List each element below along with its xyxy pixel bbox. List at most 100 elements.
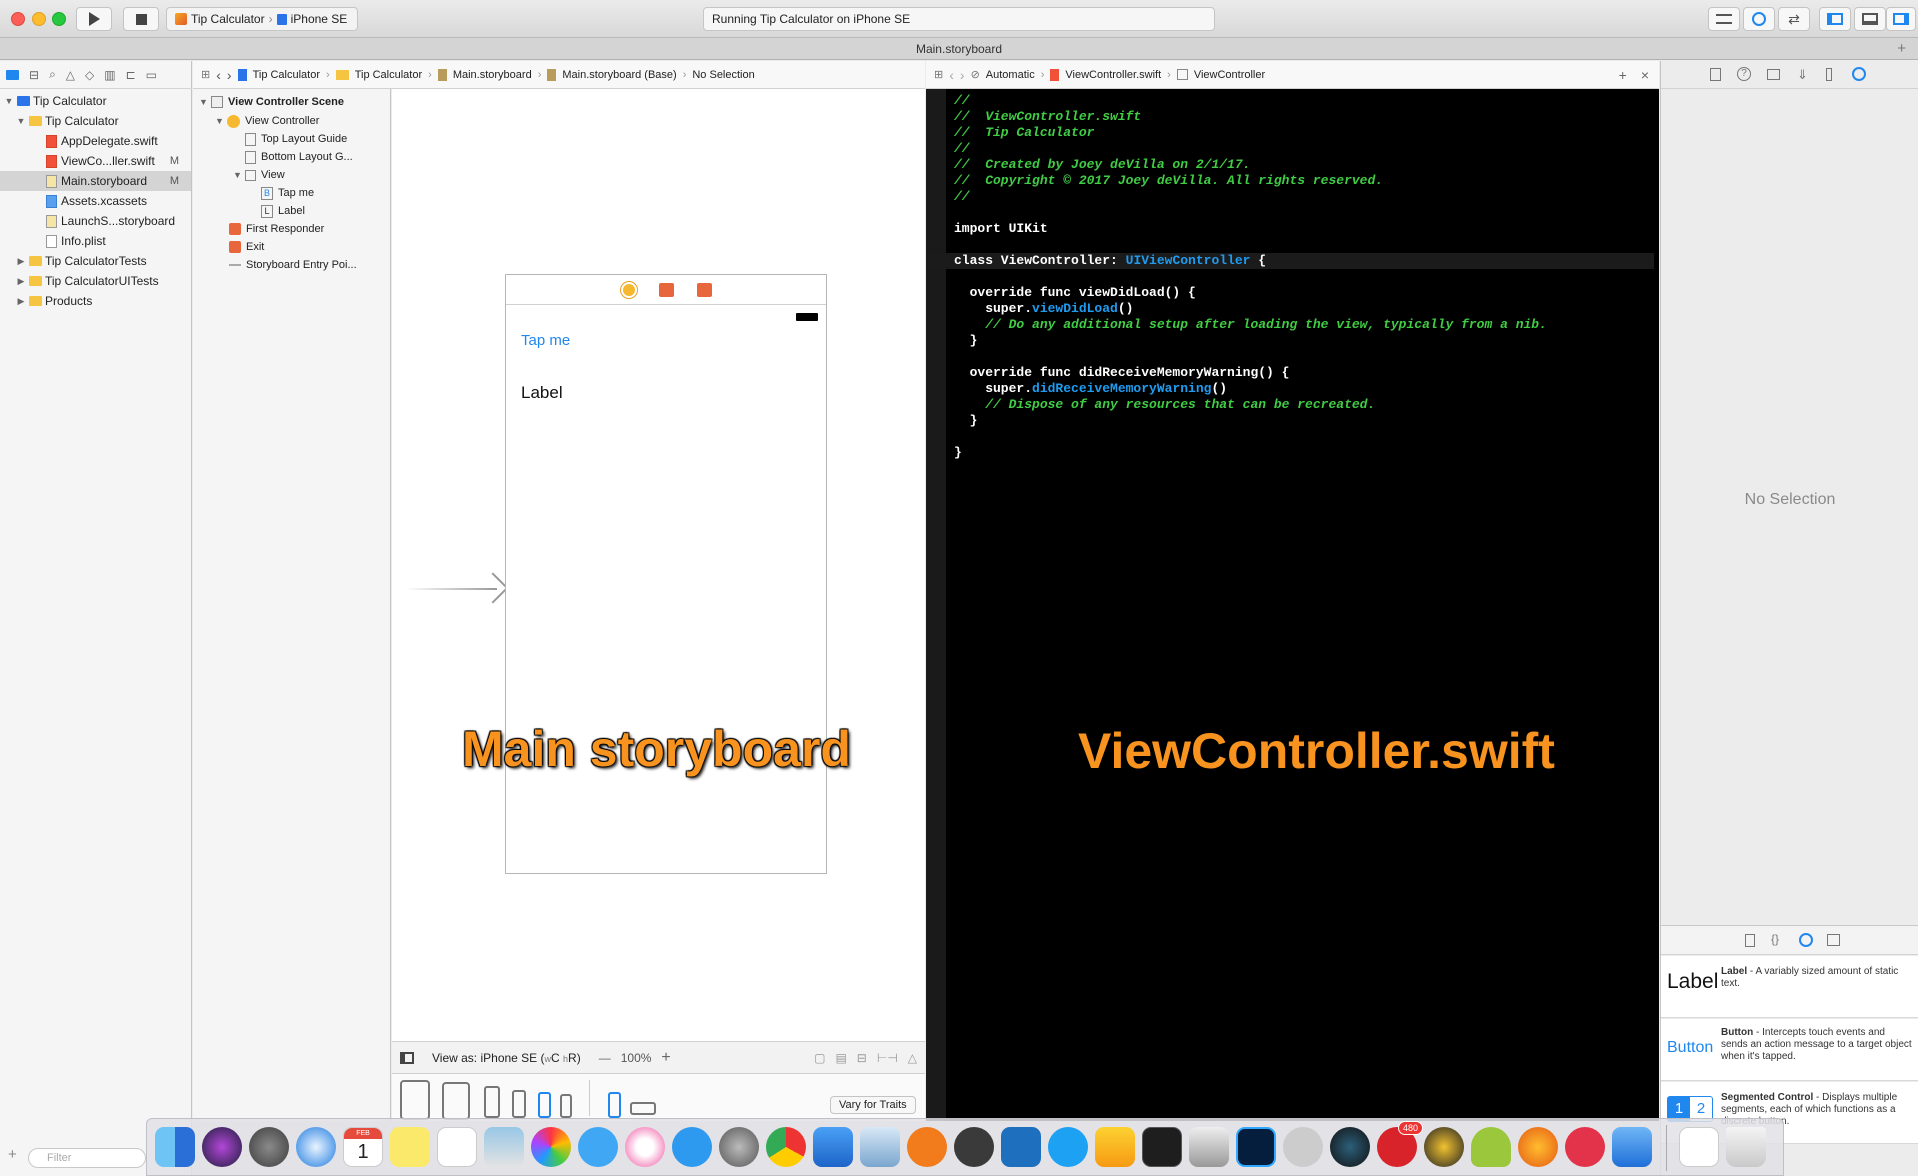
forward-icon[interactable]: › (227, 67, 232, 83)
android-studio-icon[interactable] (954, 1127, 994, 1167)
code-line[interactable]: // (954, 93, 1654, 109)
orientation-portrait-icon[interactable] (608, 1092, 621, 1118)
tree-item-file[interactable]: Info.plist (0, 231, 191, 251)
code-line[interactable] (954, 269, 1654, 285)
jump-item[interactable]: Main.storyboard (453, 69, 532, 81)
code-line[interactable]: import UIKit (954, 221, 1654, 237)
activity-monitor-icon[interactable] (1283, 1127, 1323, 1167)
outline-item[interactable]: ▼ View (233, 166, 285, 184)
object-library-icon[interactable] (1799, 933, 1813, 947)
code-snippet-icon[interactable]: {} (1771, 932, 1779, 946)
add-file-icon[interactable]: + (8, 1146, 17, 1163)
ibooks-icon[interactable] (907, 1127, 947, 1167)
tab-main-storyboard[interactable]: Main.storyboard (916, 42, 1002, 56)
jump-item[interactable]: Automatic (986, 69, 1035, 81)
test-icon[interactable]: ◇ (85, 68, 94, 82)
label-view[interactable]: Label (521, 383, 563, 403)
view-controller-icon[interactable] (621, 282, 637, 298)
code-line[interactable]: override func viewDidLoad() { (954, 285, 1654, 301)
assistant-editor-button[interactable] (1743, 7, 1775, 31)
toggle-utilities-button[interactable] (1886, 7, 1916, 31)
resolve-issues-icon[interactable]: △ (908, 1051, 917, 1065)
istat-icon[interactable] (1330, 1127, 1370, 1167)
trash-icon[interactable] (1726, 1127, 1766, 1167)
firefox-icon[interactable] (1518, 1127, 1558, 1167)
xcode-icon[interactable] (813, 1127, 853, 1167)
code-line[interactable]: // Do any additional setup after loading… (954, 317, 1654, 333)
forward-icon[interactable]: › (960, 67, 965, 83)
tree-item-group[interactable]: ▶ Products (0, 291, 191, 311)
code-line[interactable]: class ViewController: UIViewController { (926, 253, 1654, 269)
zoom-in-icon[interactable]: + (661, 1049, 670, 1067)
disclosure-closed-icon[interactable]: ▶ (16, 296, 26, 307)
tree-item-group[interactable]: ▼ Tip Calculator (0, 111, 191, 131)
code-line[interactable] (954, 237, 1654, 253)
documents-stack-icon[interactable] (1679, 1127, 1719, 1167)
chrome-icon[interactable] (766, 1127, 806, 1167)
file-inspector-icon[interactable] (1710, 68, 1721, 81)
update-frames-icon[interactable]: ▢ (814, 1051, 825, 1065)
safari-icon[interactable] (296, 1127, 336, 1167)
terminal-icon[interactable] (1142, 1127, 1182, 1167)
code-line[interactable]: } (954, 413, 1654, 429)
disclosure-open-icon[interactable]: ▼ (199, 97, 211, 107)
device-iphone-plus-icon[interactable] (484, 1086, 500, 1118)
audacity-icon[interactable] (1424, 1127, 1464, 1167)
launchpad-icon[interactable] (249, 1127, 289, 1167)
tap-me-button[interactable]: Tap me (521, 332, 570, 349)
image-capture-icon[interactable] (860, 1127, 900, 1167)
outline-item[interactable]: Exit (229, 238, 264, 256)
outline-item[interactable]: L Label (261, 202, 305, 220)
calendar-icon[interactable]: FEB 1 (343, 1127, 383, 1167)
version-editor-button[interactable]: ⇄ (1778, 7, 1810, 31)
sketch-icon[interactable] (1095, 1127, 1135, 1167)
code-line[interactable]: // Copyright © 2017 Joey deVilla. All ri… (954, 173, 1654, 189)
reminders-icon[interactable] (437, 1127, 477, 1167)
breakpoint-icon[interactable]: ⊏ (126, 68, 136, 82)
vary-for-traits-button[interactable]: Vary for Traits (830, 1096, 916, 1114)
zoom-out-icon[interactable]: — (599, 1051, 611, 1065)
close-window-button[interactable] (11, 12, 25, 26)
code-line[interactable]: override func didReceiveMemoryWarning() … (954, 365, 1654, 381)
media-library-icon[interactable] (1827, 934, 1840, 946)
attributes-inspector-icon[interactable]: ⇓ (1797, 67, 1808, 83)
size-inspector-icon[interactable] (1826, 68, 1832, 81)
device-iphone-4s-icon[interactable] (560, 1094, 572, 1118)
view-as-label[interactable]: View as: iPhone SE (wC hR) (432, 1051, 581, 1065)
library-item-label[interactable]: Label Label - A variably sized amount of… (1661, 956, 1918, 1018)
file-template-icon[interactable] (1745, 934, 1755, 947)
tree-item-file[interactable]: AppDelegate.swift (0, 131, 191, 151)
align-icon[interactable]: ⊟ (857, 1051, 867, 1065)
device-ipad-pro-icon[interactable] (400, 1080, 430, 1120)
disclosure-open-icon[interactable]: ▼ (215, 116, 227, 126)
search-icon[interactable]: ⌕ (49, 67, 56, 82)
code-line[interactable]: // Tip Calculator (954, 125, 1654, 141)
code-line[interactable] (954, 205, 1654, 221)
related-items-icon[interactable]: ⊞ (934, 68, 943, 81)
add-tab-icon[interactable]: + (1897, 40, 1906, 57)
scanner-icon[interactable] (1189, 1127, 1229, 1167)
siri-icon[interactable] (202, 1127, 242, 1167)
device-ipad-icon[interactable] (442, 1082, 470, 1120)
help-icon[interactable]: ? (1737, 67, 1751, 81)
code-line[interactable] (954, 349, 1654, 365)
device-iphone-se-icon[interactable] (538, 1092, 551, 1118)
tree-item-project[interactable]: ▼ Tip Calculator (0, 91, 191, 111)
library-item-button[interactable]: Button Button - Intercepts touch events … (1661, 1019, 1918, 1081)
disclosure-closed-icon[interactable]: ▶ (16, 256, 26, 267)
outline-item[interactable]: B Tap me (261, 184, 314, 202)
code-line[interactable]: // (954, 189, 1654, 205)
stack-icon[interactable]: ▤ (835, 1051, 846, 1065)
twitter-icon[interactable] (1048, 1127, 1088, 1167)
related-items-icon[interactable]: ⊞ (201, 68, 210, 81)
view-controller-scene[interactable]: Tap me Label (505, 274, 827, 874)
toggle-debug-button[interactable] (1854, 7, 1886, 31)
connections-inspector-icon[interactable] (1852, 67, 1866, 81)
source-control-icon[interactable]: ⊟ (29, 68, 39, 82)
file-merge-icon[interactable] (1612, 1127, 1652, 1167)
first-responder-icon[interactable] (659, 283, 674, 297)
photos-icon[interactable] (531, 1127, 571, 1167)
close-editor-icon[interactable]: × (1641, 67, 1649, 83)
tree-item-file[interactable]: ViewCo...ller.swift M (0, 151, 191, 171)
navigator-filter-field[interactable]: Filter (28, 1148, 146, 1168)
